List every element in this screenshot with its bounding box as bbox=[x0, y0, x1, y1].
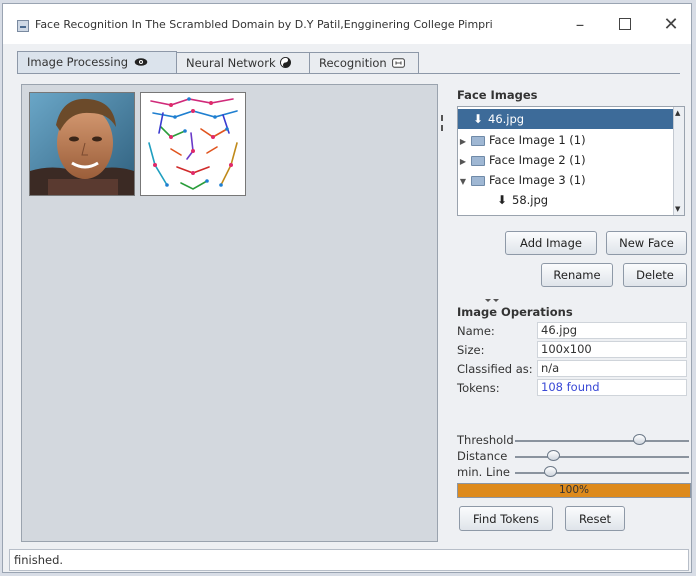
tab-label: Image Processing bbox=[27, 55, 129, 69]
tree-item-label: 46.jpg bbox=[488, 112, 525, 126]
tab-neural-network[interactable]: Neural Network bbox=[176, 52, 310, 73]
classified-field[interactable]: n/a bbox=[537, 360, 687, 377]
threshold-label: Threshold bbox=[457, 433, 514, 447]
face-scan-icon bbox=[392, 57, 406, 68]
maximize-icon bbox=[619, 17, 631, 30]
horizontal-splitter-handle[interactable] bbox=[449, 293, 690, 302]
tree-item-face-image-2[interactable]: ▶ Face Image 2 (1) bbox=[458, 150, 586, 170]
face-images-tree[interactable]: ⬇ 46.jpg ▶ Face Image 1 (1) ▶ Face Image 2 … bbox=[457, 106, 685, 216]
tab-recognition[interactable]: Recognition bbox=[309, 52, 419, 73]
size-label: Size: bbox=[457, 343, 485, 357]
collapse-arrow-icon[interactable]: ▼ bbox=[458, 172, 468, 192]
min-line-label: min. Line bbox=[457, 465, 510, 479]
progress-bar: 100% bbox=[457, 483, 691, 498]
tokens-field[interactable]: 108 found bbox=[537, 379, 687, 396]
new-face-button[interactable]: New Face bbox=[606, 231, 687, 255]
add-image-button[interactable]: Add Image bbox=[505, 231, 597, 255]
min-line-slider-track[interactable] bbox=[515, 472, 689, 474]
tree-item-label: 58.jpg bbox=[512, 193, 549, 207]
maximize-button[interactable] bbox=[605, 12, 645, 38]
threshold-slider-track[interactable] bbox=[515, 440, 689, 442]
tree-item-58-jpg[interactable]: ⬇ 58.jpg bbox=[458, 190, 548, 210]
tree-item-label: Face Image 2 (1) bbox=[489, 153, 586, 167]
scroll-down-icon[interactable]: ▼ bbox=[675, 205, 680, 213]
name-label: Name: bbox=[457, 324, 495, 338]
name-field[interactable]: 46.jpg bbox=[537, 322, 687, 339]
folder-icon bbox=[471, 175, 485, 186]
tree-item-label: Face Image 1 (1) bbox=[489, 133, 586, 147]
find-tokens-button[interactable]: Find Tokens bbox=[459, 506, 553, 531]
expand-arrow-icon[interactable]: ▶ bbox=[458, 152, 468, 172]
app-window: Face Recognition In The Scrambled Domain… bbox=[2, 3, 692, 573]
folder-icon bbox=[471, 155, 485, 166]
folder-icon bbox=[471, 135, 485, 146]
image-canvas-panel bbox=[21, 84, 438, 542]
vertical-splitter-handle[interactable] bbox=[440, 111, 444, 141]
close-button[interactable]: ✕ bbox=[651, 12, 691, 38]
splitter-grip-icon bbox=[485, 299, 499, 302]
size-field[interactable]: 100x100 bbox=[537, 341, 687, 358]
face-thumbnail[interactable] bbox=[29, 92, 135, 196]
tree-item-face-image-1[interactable]: ▶ Face Image 1 (1) bbox=[458, 130, 586, 150]
title-bar: Face Recognition In The Scrambled Domain… bbox=[3, 4, 691, 44]
tab-label: Recognition bbox=[319, 56, 387, 70]
token-thumbnail[interactable] bbox=[140, 92, 246, 196]
tree-scrollbar[interactable]: ▲ ▼ bbox=[673, 107, 684, 215]
threshold-slider-knob[interactable] bbox=[632, 434, 646, 445]
eye-icon bbox=[134, 57, 147, 66]
classified-label: Classified as: bbox=[457, 362, 533, 376]
expand-arrow-icon[interactable]: ▶ bbox=[458, 132, 468, 152]
image-operations-title: Image Operations bbox=[457, 305, 573, 319]
rename-button[interactable]: Rename bbox=[541, 263, 613, 287]
arrow-down-icon: ⬇ bbox=[472, 112, 484, 126]
tokens-label: Tokens: bbox=[457, 381, 500, 395]
app-icon bbox=[17, 20, 29, 32]
reset-button[interactable]: Reset bbox=[565, 506, 625, 531]
right-panel: Face Images ⬇ 46.jpg ▶ Face Image 1 (1) ▶ F… bbox=[449, 84, 691, 544]
tree-item-face-image-3[interactable]: ▼ Face Image 3 (1) bbox=[458, 170, 586, 190]
window-title: Face Recognition In The Scrambled Domain… bbox=[35, 18, 493, 31]
arrow-down-icon: ⬇ bbox=[496, 193, 508, 207]
tab-image-processing[interactable]: Image Processing bbox=[17, 51, 177, 74]
minimize-button[interactable]: – bbox=[560, 12, 600, 38]
min-line-slider-knob[interactable] bbox=[543, 466, 557, 477]
distance-slider-knob[interactable] bbox=[547, 450, 561, 461]
face-photo-image bbox=[30, 93, 134, 195]
tree-item-46-jpg[interactable]: ⬇ 46.jpg bbox=[458, 109, 676, 129]
delete-button[interactable]: Delete bbox=[623, 263, 687, 287]
scroll-up-icon[interactable]: ▲ bbox=[675, 109, 680, 117]
tab-label: Neural Network bbox=[186, 56, 276, 70]
token-map-image bbox=[148, 97, 238, 190]
distance-label: Distance bbox=[457, 449, 508, 463]
tab-divider bbox=[17, 73, 680, 74]
distance-slider-track[interactable] bbox=[515, 456, 689, 458]
status-bar: finished. bbox=[9, 549, 689, 571]
yin-yang-icon bbox=[280, 57, 292, 68]
tree-item-label: Face Image 3 (1) bbox=[489, 173, 586, 187]
face-images-title: Face Images bbox=[457, 88, 538, 102]
progress-text: 100% bbox=[558, 484, 590, 496]
